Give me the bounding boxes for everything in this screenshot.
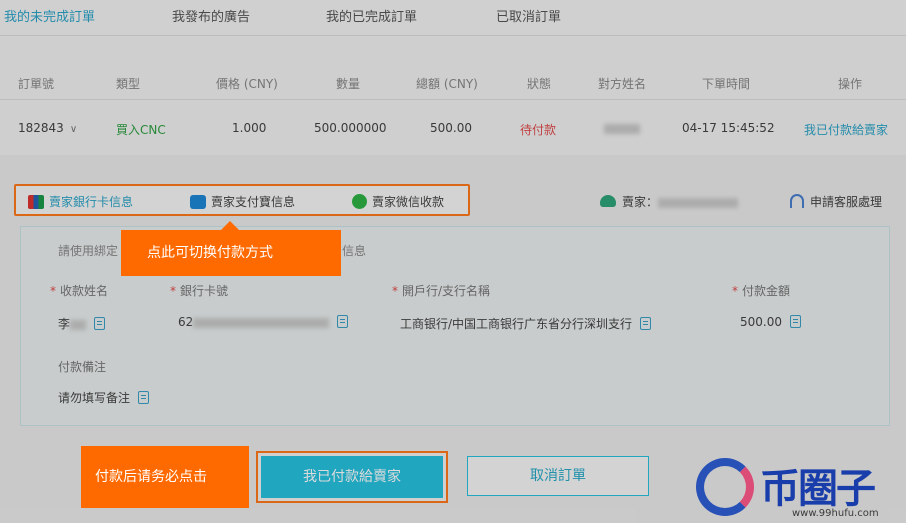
seller-phone: 賣家： (600, 193, 739, 210)
payment-note-value: 请勿填写备注 (58, 389, 150, 406)
bank-branch-value: 工商银行/中国工商银行广东省分行深圳支行 (400, 315, 652, 332)
order-tabs: 我的未完成訂單 我發布的廣告 我的已完成訂單 已取消訂單 (0, 0, 906, 36)
payment-hint-suffix: 信息 (342, 244, 367, 258)
col-status: 狀態 (527, 77, 552, 91)
payment-method-tabs: 賣家銀行卡信息 賣家支付寶信息 賣家微信收款 (14, 184, 470, 216)
payee-name-value: 李 (58, 315, 106, 332)
brand-logo-icon (696, 458, 754, 516)
chevron-down-icon[interactable]: ∨ (70, 124, 77, 135)
tab-bank-card[interactable]: 賣家銀行卡信息 (28, 193, 133, 210)
alipay-icon (190, 195, 206, 209)
switch-payment-tooltip: 点此可切换付款方式 (121, 221, 341, 276)
brand-watermark: 币圈子 www.99hufu.com (690, 452, 906, 523)
order-time-cell: 04-17 15:45:52 (682, 121, 775, 135)
col-total: 總額 (CNY) (416, 77, 478, 91)
confirm-payment-tooltip: 付款后请务必点击 (81, 446, 249, 508)
copy-icon[interactable] (94, 317, 106, 330)
col-price: 價格 (CNY) (216, 77, 278, 91)
col-counterparty: 對方姓名 (598, 77, 647, 91)
order-no-cell[interactable]: 182843 ∨ (18, 121, 77, 135)
headset-icon (790, 194, 804, 208)
brand-watermark-url: www.99hufu.com (792, 508, 879, 519)
amount-value: 500.00 (740, 315, 801, 329)
quantity-cell: 500.000000 (314, 121, 387, 135)
payee-name-label: * 收款姓名 (50, 284, 109, 298)
payment-note-label: 付款備注 (58, 360, 107, 374)
customer-service-link[interactable]: 申請客服處理 (790, 193, 882, 210)
brand-watermark-text: 币圈子 (760, 466, 876, 512)
orders-table-header: 訂單號 類型 價格 (CNY) 數量 總額 (CNY) 狀態 對方姓名 下單時間… (0, 66, 906, 100)
type-cell: 買入CNC (116, 123, 166, 137)
payment-hint-prefix: 請使用綁定 (58, 244, 119, 258)
paid-to-seller-button[interactable]: 我已付款給賣家 (256, 451, 448, 503)
col-quantity: 數量 (336, 77, 361, 91)
copy-icon[interactable] (138, 391, 150, 404)
table-row: 182843 ∨ 買入CNC 1.000 500.000000 500.00 待付… (0, 101, 906, 155)
status-badge: 待付款 (520, 123, 557, 137)
counterparty-name-blurred (604, 121, 640, 135)
bank-branch-label: * 開戶行/支行名稱 (392, 284, 491, 298)
cancel-order-button[interactable]: 取消訂單 (467, 456, 649, 496)
phone-icon (600, 195, 616, 207)
bank-card-icon (28, 195, 44, 209)
tab-cancelled-orders[interactable]: 已取消訂單 (496, 6, 561, 25)
copy-icon[interactable] (790, 315, 801, 328)
wechat-icon (352, 194, 367, 209)
tab-my-ads[interactable]: 我發布的廣告 (172, 6, 250, 25)
tab-wechat-pay[interactable]: 賣家微信收款 (352, 193, 444, 210)
row-paid-action-link[interactable]: 我已付款給賣家 (804, 121, 888, 138)
col-order-no: 訂單號 (18, 77, 55, 91)
col-type: 類型 (116, 77, 141, 91)
copy-icon[interactable] (640, 317, 652, 330)
copy-icon[interactable] (337, 315, 349, 328)
tab-unfinished-orders[interactable]: 我的未完成訂單 (4, 6, 95, 25)
price-cell: 1.000 (232, 121, 267, 135)
amount-label: * 付款金額 (732, 284, 791, 298)
total-cell: 500.00 (430, 121, 472, 135)
tab-completed-orders[interactable]: 我的已完成訂單 (326, 6, 417, 25)
col-order-time: 下單時間 (702, 77, 751, 91)
card-number-label: * 銀行卡號 (170, 284, 229, 298)
card-number-value: 62 (178, 315, 349, 329)
tab-alipay[interactable]: 賣家支付寶信息 (190, 193, 295, 210)
col-action: 操作 (838, 77, 863, 91)
